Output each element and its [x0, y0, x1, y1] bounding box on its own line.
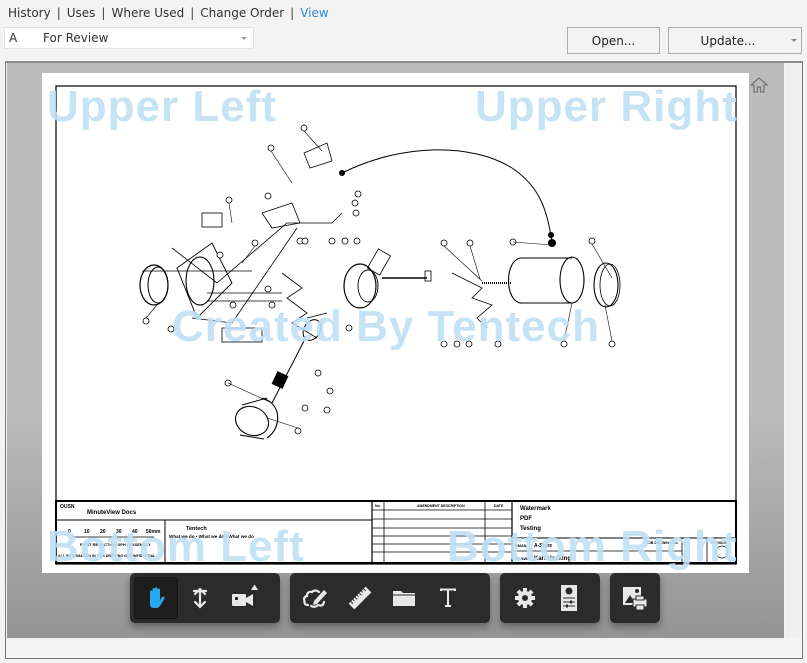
home-view-button[interactable] — [748, 75, 770, 95]
tb-company: MinuteView Docs — [87, 510, 137, 516]
tb-corner-label: OUSN — [60, 504, 75, 510]
hand-pan-icon — [150, 587, 165, 608]
watermark-bottom-left: Bottom Left — [47, 522, 305, 571]
home-icon — [749, 77, 769, 93]
markup-cloud-icon — [302, 589, 327, 608]
update-dropdown-button[interactable] — [787, 27, 802, 54]
text-tool-button[interactable] — [426, 577, 470, 619]
tb-rev-no: No. — [375, 504, 381, 508]
pan-tool-button[interactable] — [134, 577, 178, 619]
nav-separator: | — [190, 6, 195, 20]
nav-link-change-order[interactable]: Change Order — [200, 6, 284, 20]
drawing-sheet: OUSN MinuteView Docs 0 10 20 30 40 50mm … — [42, 73, 749, 573]
video-camera-icon — [232, 584, 258, 606]
watermark-upper-right: Upper Right — [475, 82, 738, 131]
update-button[interactable]: Update... — [668, 27, 788, 54]
vertical-arrows-icon — [192, 587, 208, 609]
ruler-icon — [348, 586, 372, 610]
cable-line — [341, 149, 553, 242]
revision-select[interactable]: A For Review — [4, 27, 254, 49]
zoom-tool-button[interactable] — [178, 577, 222, 619]
revision-letter: A — [9, 31, 18, 45]
toolbar-group-navigation — [130, 573, 280, 623]
nav-link-uses[interactable]: Uses — [67, 6, 96, 20]
toolbar-group-settings — [500, 573, 600, 623]
nav-link-history[interactable]: History — [8, 6, 51, 20]
properties-icon — [561, 585, 577, 611]
properties-tool-button[interactable] — [547, 577, 591, 619]
folder-icon — [393, 591, 415, 606]
markup-tool-button[interactable] — [294, 577, 338, 619]
chevron-down-icon — [791, 39, 797, 42]
drawing-viewer: OUSN MinuteView Docs 0 10 20 30 40 50mm … — [5, 61, 803, 659]
toolbar-group-print — [610, 573, 660, 623]
open-file-tool-button[interactable] — [382, 577, 426, 619]
tb-rev-desc: AMENDMENT DESCRIPTION — [417, 504, 465, 508]
view-nav: History | Uses | Where Used | Change Ord… — [8, 5, 329, 21]
watermark-center: Created By Tentech — [172, 302, 600, 351]
measure-tool-button[interactable] — [338, 577, 382, 619]
nav-link-view[interactable]: View — [300, 6, 328, 20]
open-button[interactable]: Open... — [567, 27, 660, 54]
revision-state: For Review — [43, 31, 109, 45]
nav-separator: | — [290, 6, 295, 20]
nav-separator: | — [56, 6, 61, 20]
gear-icon — [515, 588, 535, 608]
settings-tool-button[interactable] — [503, 577, 547, 619]
print-tool-button[interactable] — [613, 577, 657, 619]
watermark-upper-left: Upper Left — [47, 82, 277, 131]
chevron-down-icon — [241, 36, 247, 40]
tb-rev-date: DATE — [494, 504, 504, 508]
tb-title-line: Watermark — [520, 506, 551, 512]
nav-separator: | — [101, 6, 106, 20]
nav-link-where-used[interactable]: Where Used — [111, 6, 184, 20]
toolbar-group-markup — [290, 573, 490, 623]
text-icon — [440, 588, 456, 607]
viewer-canvas[interactable]: OUSN MinuteView Docs 0 10 20 30 40 50mm … — [7, 63, 784, 638]
vertical-scrollbar[interactable] — [785, 63, 802, 638]
watermark-bottom-right: Bottom Right — [447, 522, 738, 571]
camera-tool-button[interactable] — [222, 577, 266, 619]
print-icon — [623, 587, 648, 611]
